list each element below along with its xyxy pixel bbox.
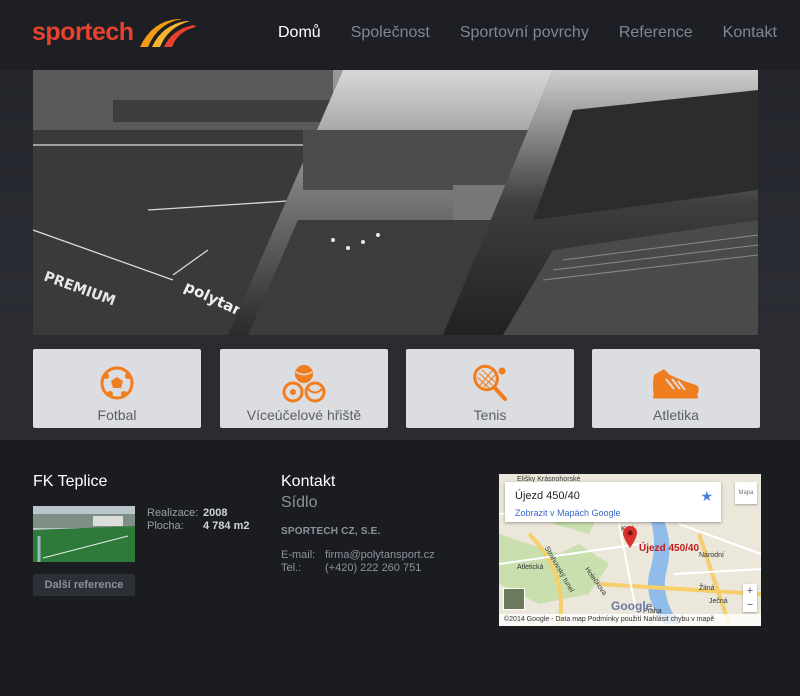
more-references-button[interactable]: Další reference: [33, 574, 135, 596]
running-shoe-icon: [592, 363, 760, 403]
zoom-in-button[interactable]: +: [743, 584, 757, 598]
zoom-out-button[interactable]: −: [743, 598, 757, 612]
nav-item-kontakt[interactable]: Kontakt: [723, 24, 777, 42]
contact-title: Kontakt: [281, 473, 336, 490]
main-nav: Domů Společnost Sportovní povrchy Refere…: [278, 24, 777, 42]
reference-thumbnail[interactable]: [33, 506, 135, 562]
contact-subtitle: Sídlo: [281, 494, 318, 511]
tile-atletika[interactable]: Atletika: [592, 349, 760, 428]
reference-meta: Realizace: 2008 Plocha: 4 784 m2: [147, 507, 249, 533]
map-pin-label: Újezd 450/40: [639, 543, 700, 554]
phone-value: (+420) 222 260 751: [325, 562, 422, 574]
satellite-toggle[interactable]: [503, 588, 525, 610]
map-street-label: Žitná: [699, 585, 715, 592]
map-zoom-control: + −: [743, 584, 757, 612]
map-type-button[interactable]: Mapa: [735, 482, 757, 504]
plocha-label: Plocha:: [147, 520, 184, 532]
nav-item-sportovni-povrchy[interactable]: Sportovní povrchy: [460, 24, 589, 42]
page: sportech Domů Společnost Sportovní povrc…: [0, 0, 800, 696]
google-logo: Google: [611, 599, 653, 613]
hero-slider-image[interactable]: PREMIUM polytan: [33, 70, 758, 335]
tile-label: Tenis: [473, 407, 507, 423]
map-attribution: ©2014 Google - Data map Podmínky použití…: [499, 614, 761, 626]
phone-label: Tel.:: [281, 562, 302, 574]
map-info-card: Újezd 450/40 Zobrazit v Mapách Google ★: [505, 482, 721, 522]
nav-item-reference[interactable]: Reference: [619, 24, 693, 42]
realizace-value: 2008: [203, 507, 228, 519]
logo-text: sportech: [32, 17, 134, 46]
map-address: Újezd 450/40: [515, 490, 580, 502]
email-row: E-mail: firma@polytansport.cz: [281, 549, 435, 561]
company-name: SPORTECH CZ, S.E.: [281, 526, 381, 537]
tile-viceucelove-hriste[interactable]: Víceúčelové hřiště: [220, 349, 388, 428]
map-street-label: Atletická: [517, 564, 544, 571]
map-street-label: Ječná: [709, 598, 728, 605]
site-header: sportech Domů Společnost Sportovní povrc…: [0, 0, 800, 70]
multisport-balls-icon: [220, 363, 388, 403]
open-in-google-maps-link[interactable]: Zobrazit v Mapách Google: [515, 508, 621, 518]
realizace-label: Realizace:: [147, 507, 199, 519]
tile-label: Atletika: [653, 407, 699, 423]
tile-tenis[interactable]: Tenis: [406, 349, 574, 428]
tennis-racket-icon: [406, 363, 574, 403]
nav-item-domu[interactable]: Domů: [278, 24, 321, 42]
email-label: E-mail:: [281, 549, 316, 561]
email-link[interactable]: firma@polytansport.cz: [325, 549, 435, 561]
nav-item-spolecnost[interactable]: Společnost: [351, 24, 430, 42]
logo[interactable]: sportech: [32, 14, 198, 50]
phone-row: Tel.: (+420) 222 260 751: [281, 562, 421, 574]
logo-stripes-icon: [139, 19, 196, 47]
map-street-label: Národní: [699, 552, 724, 559]
tile-label: Fotbal: [97, 407, 137, 423]
plocha-value: 4 784 m2: [203, 520, 250, 532]
reference-title: FK Teplice: [33, 473, 108, 490]
google-map[interactable]: Elišky Krásnohorské Strahovský tunel Hol…: [499, 474, 761, 626]
tile-label: Víceúčelové hřiště: [246, 407, 362, 423]
soccer-ball-icon: [33, 363, 201, 403]
tile-fotbal[interactable]: Fotbal: [33, 349, 201, 428]
save-star-icon[interactable]: ★: [700, 488, 713, 505]
map-pin-icon[interactable]: [623, 526, 637, 548]
